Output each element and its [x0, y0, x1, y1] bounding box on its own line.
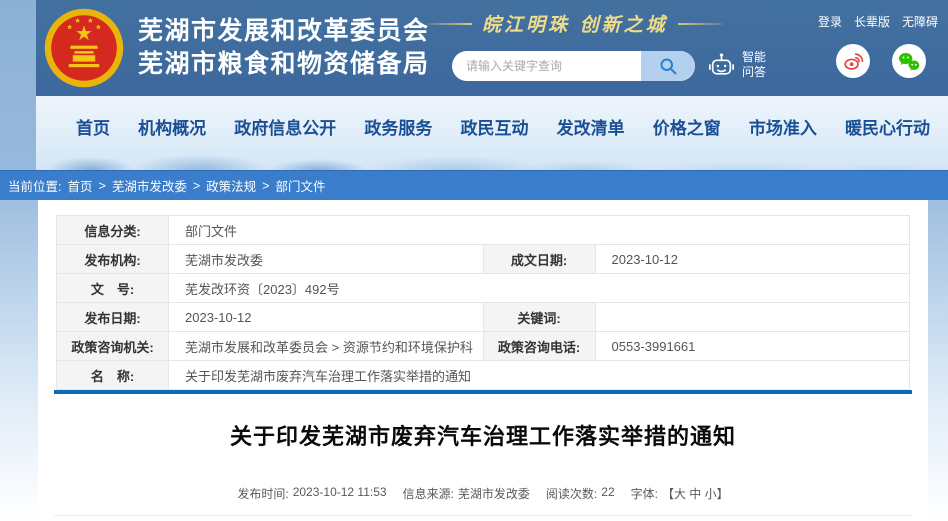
- article-meta: 发布时间: 2023-10-12 11:53 信息来源: 芜湖市发改委 阅读次数…: [38, 485, 928, 502]
- meta-views: 阅读次数: 22: [546, 485, 615, 502]
- national-emblem-icon: ★ ★ ★ ★ ★: [44, 8, 124, 88]
- search-input[interactable]: [452, 51, 641, 81]
- article-title: 关于印发芜湖市废弃汽车治理工作落实举措的通知: [38, 419, 928, 451]
- article-divider: [54, 515, 912, 516]
- site-slogan: 皖江明珠 创新之城: [428, 10, 722, 37]
- meta-publish-label: 发布时间:: [237, 485, 288, 502]
- table-accent-bar: [54, 390, 912, 394]
- site-title-line2: 芜湖市粮食和物资储备局: [138, 48, 430, 81]
- field-label-keywords: 关键词:: [483, 303, 595, 332]
- table-row-pubdate-keywords: 发布日期: 2023-10-12 关键词:: [57, 303, 910, 332]
- field-label-category: 信息分类:: [57, 216, 169, 245]
- wechat-button[interactable]: [892, 44, 926, 78]
- svg-text:★: ★: [66, 23, 72, 32]
- meta-font-size: 字体: 【大 中 小】: [631, 485, 729, 502]
- meta-font-label: 字体:: [631, 485, 658, 502]
- svg-text:★: ★: [95, 23, 101, 32]
- slogan-divider-right: [678, 23, 722, 25]
- field-value-agency: 芜湖市发改委: [169, 245, 484, 274]
- field-label-publish-date: 发布日期:: [57, 303, 169, 332]
- font-size-options[interactable]: 【大 中 小】: [662, 485, 729, 502]
- nav-item-warm-action[interactable]: 暖民心行动: [845, 114, 930, 139]
- elder-version-link[interactable]: 长辈版: [854, 13, 890, 30]
- slogan-divider-left: [428, 23, 472, 25]
- breadcrumb-item-home[interactable]: 首页: [67, 176, 92, 195]
- field-value-keywords: [595, 303, 910, 332]
- site-title-line1: 芜湖市发展和改革委员会: [138, 15, 430, 48]
- nav-item-price-window[interactable]: 价格之窗: [653, 114, 721, 139]
- site-title: 芜湖市发展和改革委员会 芜湖市粮食和物资储备局: [138, 15, 430, 81]
- table-row-consult: 政策咨询机关: 芜湖市发展和改革委员会 > 资源节约和环境保护科 政策咨询电话:…: [57, 332, 910, 361]
- search-icon: [658, 56, 678, 76]
- robot-icon: [708, 52, 735, 79]
- nav-item-market-access[interactable]: 市场准入: [749, 114, 817, 139]
- smart-qa-button[interactable]: 智能 问答: [708, 50, 766, 80]
- smart-qa-label: 智能 问答: [742, 50, 766, 80]
- field-value-category: 部门文件: [169, 216, 910, 245]
- nav-item-interaction[interactable]: 政民互动: [461, 114, 529, 139]
- meta-views-label: 阅读次数:: [546, 485, 597, 502]
- main-nav: 首页 机构概况 政府信息公开 政务服务 政民互动 发改清单 价格之窗 市场准入 …: [36, 96, 948, 170]
- field-label-doc-name: 名 称:: [57, 361, 169, 390]
- search-button[interactable]: [641, 51, 695, 81]
- field-label-written-date: 成文日期:: [483, 245, 595, 274]
- smart-qa-label-line1: 智能: [742, 50, 766, 64]
- meta-publish-time: 发布时间: 2023-10-12 11:53: [237, 485, 386, 502]
- table-row-doc-name: 名 称: 关于印发芜湖市废弃汽车治理工作落实举措的通知: [57, 361, 910, 390]
- breadcrumb-separator: >: [262, 179, 269, 193]
- slogan-text: 皖江明珠 创新之城: [482, 10, 668, 37]
- content-panel: 信息分类: 部门文件 发布机构: 芜湖市发改委 成文日期: 2023-10-12…: [38, 200, 928, 521]
- main-nav-items: 首页 机构概况 政府信息公开 政务服务 政民互动 发改清单 价格之窗 市场准入 …: [76, 96, 930, 156]
- nav-item-ndrc-list[interactable]: 发改清单: [557, 114, 625, 139]
- breadcrumb-separator: >: [99, 179, 106, 193]
- meta-views-value: 22: [601, 485, 614, 502]
- table-row-category: 信息分类: 部门文件: [57, 216, 910, 245]
- field-value-doc-number: 芜发改环资〔2023〕492号: [169, 274, 910, 303]
- table-row-agency-date: 发布机构: 芜湖市发改委 成文日期: 2023-10-12: [57, 245, 910, 274]
- nav-item-gov-info[interactable]: 政府信息公开: [234, 114, 336, 139]
- field-value-consult-org: 芜湖市发展和改革委员会 > 资源节约和环境保护科: [169, 332, 484, 361]
- field-label-agency: 发布机构:: [57, 245, 169, 274]
- breadcrumb: 当前位置: 首页 > 芜湖市发改委 > 政策法规 > 部门文件: [0, 170, 948, 200]
- svg-text:★: ★: [75, 23, 93, 45]
- field-value-written-date: 2023-10-12: [595, 245, 910, 274]
- meta-source: 信息来源: 芜湖市发改委: [403, 485, 530, 502]
- breadcrumb-prefix: 当前位置:: [8, 176, 61, 195]
- breadcrumb-item-dept-docs[interactable]: 部门文件: [275, 176, 325, 195]
- field-value-doc-name: 关于印发芜湖市废弃汽车治理工作落实举措的通知: [169, 361, 910, 390]
- nav-item-home[interactable]: 首页: [76, 114, 110, 139]
- site-header: ★ ★ ★ ★ ★ 芜湖市发展和改革委员会 芜湖市粮食和物资储备局 皖江明珠 创…: [36, 0, 948, 96]
- weibo-button[interactable]: [836, 44, 870, 78]
- meta-publish-value: 2023-10-12 11:53: [293, 485, 387, 502]
- nav-item-org-overview[interactable]: 机构概况: [138, 114, 206, 139]
- meta-source-label: 信息来源:: [403, 485, 454, 502]
- table-row-doc-number: 文 号: 芜发改环资〔2023〕492号: [57, 274, 910, 303]
- search-box: [452, 51, 695, 81]
- breadcrumb-separator: >: [193, 179, 200, 193]
- social-links: [836, 44, 926, 78]
- svg-text:★: ★: [74, 16, 80, 25]
- breadcrumb-item-policies[interactable]: 政策法规: [206, 176, 256, 195]
- smart-qa-label-line2: 问答: [742, 65, 766, 79]
- accessibility-link[interactable]: 无障碍: [902, 13, 938, 30]
- wechat-icon: [897, 49, 921, 73]
- site-logo-link[interactable]: ★ ★ ★ ★ ★ 芜湖市发展和改革委员会 芜湖市粮食和物资储备局: [44, 8, 430, 88]
- field-value-publish-date: 2023-10-12: [169, 303, 484, 332]
- field-label-consult-org: 政策咨询机关:: [57, 332, 169, 361]
- breadcrumb-item-fgw[interactable]: 芜湖市发改委: [112, 176, 187, 195]
- nav-item-gov-services[interactable]: 政务服务: [364, 114, 432, 139]
- meta-source-value: 芜湖市发改委: [458, 485, 530, 502]
- field-value-consult-phone: 0553-3991661: [595, 332, 910, 361]
- login-link[interactable]: 登录: [818, 13, 842, 30]
- utility-links: 登录 长辈版 无障碍: [818, 13, 938, 30]
- field-label-consult-phone: 政策咨询电话:: [483, 332, 595, 361]
- page: ★ ★ ★ ★ ★ 芜湖市发展和改革委员会 芜湖市粮食和物资储备局 皖江明珠 创…: [0, 0, 948, 521]
- document-info-table: 信息分类: 部门文件 发布机构: 芜湖市发改委 成文日期: 2023-10-12…: [56, 215, 910, 390]
- field-label-doc-number: 文 号:: [57, 274, 169, 303]
- weibo-icon: [842, 50, 864, 72]
- svg-text:★: ★: [87, 16, 93, 25]
